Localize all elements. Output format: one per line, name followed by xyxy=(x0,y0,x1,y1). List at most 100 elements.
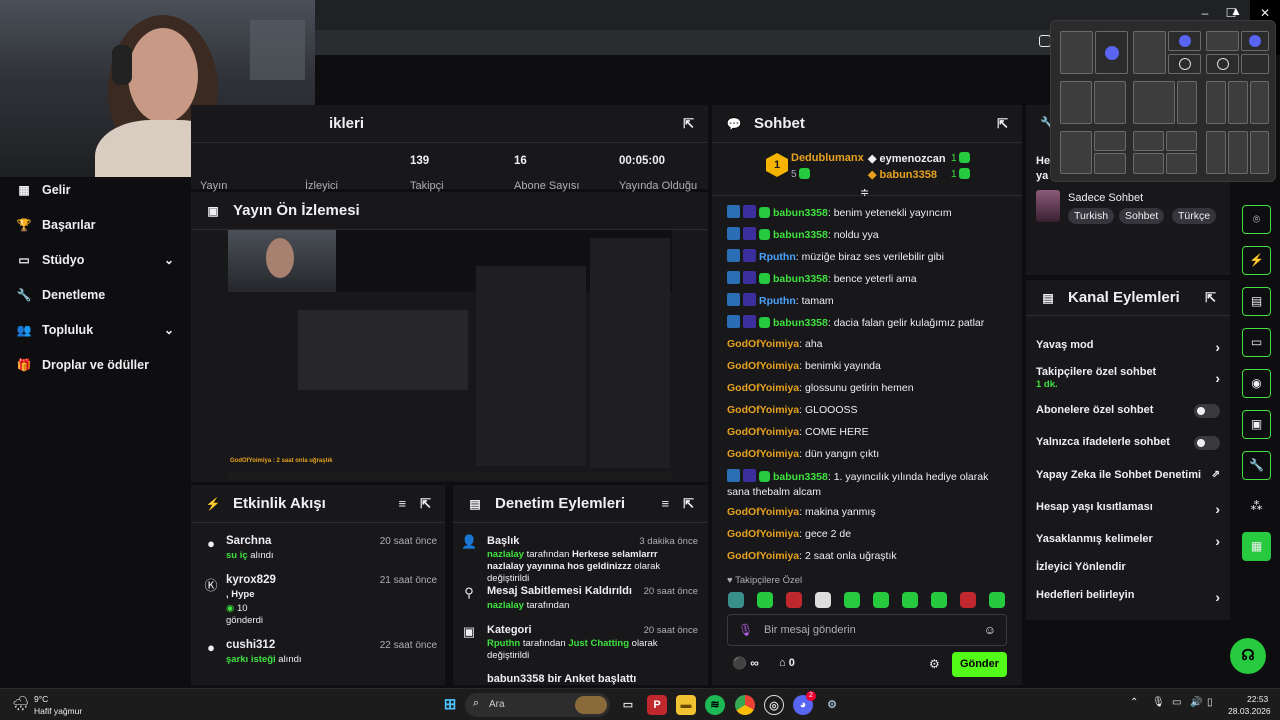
snap-tile[interactable] xyxy=(1250,131,1269,174)
snap-tile[interactable] xyxy=(1168,31,1201,51)
emote-icon[interactable] xyxy=(728,592,744,608)
snap-tile[interactable] xyxy=(1206,31,1239,51)
snap-tile[interactable] xyxy=(1094,131,1126,151)
popout-icon[interactable]: ⇱ xyxy=(683,116,694,132)
emote-icon[interactable] xyxy=(931,592,947,608)
emote-icon[interactable] xyxy=(786,592,802,608)
snap-tile[interactable] xyxy=(1206,131,1226,174)
tag-chip[interactable]: Sohbet xyxy=(1119,208,1165,224)
snap-tile[interactable] xyxy=(1094,81,1126,124)
emote-icon[interactable] xyxy=(902,592,918,608)
snap-tile[interactable] xyxy=(1206,81,1226,124)
microphone-icon[interactable]: 🎙 xyxy=(738,623,753,637)
chat-username[interactable]: Rputhn xyxy=(759,251,796,263)
lightning-icon[interactable]: ⚡ xyxy=(1242,246,1271,275)
tag-chip[interactable]: Türkçe xyxy=(1172,208,1217,224)
chrome-icon[interactable] xyxy=(735,695,755,715)
chevron-down-icon[interactable]: ⌄ xyxy=(164,323,174,337)
snap-tile[interactable] xyxy=(1133,153,1164,174)
channel-action-slow-mode[interactable]: Yavaş mod › xyxy=(1036,339,1220,355)
document-icon[interactable]: ▤ xyxy=(1242,287,1271,316)
popout-icon[interactable]: ⇱ xyxy=(683,496,694,512)
channel-action-ai-moderation[interactable]: Yapay Zeka ile Sohbet Denetimi ⇗ xyxy=(1036,469,1220,485)
emote-icon[interactable] xyxy=(815,592,831,608)
sub-only-toggle[interactable] xyxy=(1194,404,1220,418)
gear-icon[interactable]: ⚙ xyxy=(929,657,940,671)
settings-icon[interactable]: ⚙ xyxy=(822,695,842,715)
chat-bubble-icon[interactable]: ▭ xyxy=(1242,328,1271,357)
clock-time[interactable]: 22:53 xyxy=(1247,694,1268,704)
chat-username[interactable]: Rputhn xyxy=(759,295,796,307)
snap-tile[interactable] xyxy=(1177,81,1197,124)
help-button[interactable]: ☊ xyxy=(1230,638,1266,674)
sidebar-item-studyo[interactable]: ▭ Stüdyo ⌄ xyxy=(16,250,174,270)
obs-icon[interactable]: ◎ xyxy=(764,695,784,715)
chat-username[interactable]: GodOfYoimiya xyxy=(727,404,799,416)
emote-icon[interactable] xyxy=(844,592,860,608)
clock-date[interactable]: 28.03.2026 xyxy=(1228,706,1271,716)
chat-points[interactable]: ⚫ ∞ xyxy=(732,656,759,670)
channel-action-followers-only[interactable]: Takipçilere özel sohbet › 1 dk. xyxy=(1036,366,1220,392)
channel-action-account-age[interactable]: Hesap yaşı kısıtlaması › xyxy=(1036,501,1220,517)
tag-chip[interactable]: Turkish xyxy=(1068,208,1115,224)
snap-tile[interactable] xyxy=(1133,31,1166,74)
send-button[interactable]: Gönder xyxy=(952,652,1007,677)
chevron-down-icon[interactable]: ⌄ xyxy=(164,253,174,267)
battery-icon[interactable]: ▯ xyxy=(1207,697,1213,708)
snap-tile[interactable] xyxy=(1133,81,1175,124)
task-view-icon[interactable]: ▭ xyxy=(618,695,638,715)
emote-icon[interactable] xyxy=(989,592,1005,608)
file-explorer-icon[interactable]: ▬ xyxy=(676,695,696,715)
popout-icon[interactable]: ⇱ xyxy=(997,116,1008,132)
app-p-icon[interactable]: P xyxy=(647,695,667,715)
snap-tile[interactable] xyxy=(1228,81,1248,124)
snap-tile[interactable] xyxy=(1095,31,1128,74)
channel-action-banned-words[interactable]: Yasaklanmış kelimeler › xyxy=(1036,533,1220,549)
channel-action-emote-only[interactable]: Yalnızca ifadelerle sohbet xyxy=(1036,436,1220,452)
emoji-icon[interactable]: ☺ xyxy=(984,623,996,637)
emote-icon[interactable] xyxy=(960,592,976,608)
chat-username[interactable]: babun3358 xyxy=(773,207,828,219)
snap-tile[interactable] xyxy=(1250,81,1269,124)
channel-action-sub-only[interactable]: Abonelere özel sohbet xyxy=(1036,404,1220,420)
chat-input[interactable]: 🎙 Bir mesaj gönderin ☺ xyxy=(727,614,1007,646)
camera-icon[interactable]: ⌾ xyxy=(1242,205,1271,234)
chat-username[interactable]: babun3358 xyxy=(773,273,828,285)
chat-username[interactable]: babun3358 xyxy=(773,317,828,329)
clip-icon[interactable]: ▦ xyxy=(1242,532,1271,561)
sidebar-item-gelir[interactable]: ▦ Gelir xyxy=(16,180,174,200)
emote-icon[interactable] xyxy=(873,592,889,608)
layout-icon[interactable]: ▣ xyxy=(1242,410,1271,439)
snap-tile[interactable] xyxy=(1206,54,1239,74)
stream-preview-video[interactable]: GodOfYoimiya : 2 saat onla uğraştık xyxy=(228,230,672,480)
sidebar-item-basarilar[interactable]: 🏆 Başarılar xyxy=(16,215,174,235)
sidebar-item-topluluk[interactable]: 👥 Topluluk ⌄ xyxy=(16,320,174,340)
chat-username[interactable]: GodOfYoimiya xyxy=(727,506,799,518)
channel-action-host[interactable]: İzleyici Yönlendir xyxy=(1036,561,1220,577)
chat-username[interactable]: babun3358 xyxy=(773,471,828,483)
wrench-icon[interactable]: 🔧 xyxy=(1242,451,1271,480)
sidebar-item-denetleme[interactable]: 🔧 Denetleme xyxy=(16,285,174,305)
chat-username[interactable]: GodOfYoimiya xyxy=(727,448,799,460)
vip-count[interactable]: ⌂ 0 xyxy=(779,657,795,669)
chat-username[interactable]: GodOfYoimiya xyxy=(727,550,799,562)
taskbar-search[interactable]: ⌕ Ara xyxy=(465,693,610,717)
network-icon[interactable]: ▭ xyxy=(1172,697,1181,708)
community-icon[interactable]: ⁂ xyxy=(1242,492,1271,521)
broadcast-icon[interactable]: ◉ xyxy=(1242,369,1271,398)
snap-tile[interactable] xyxy=(1133,131,1164,151)
snap-tile[interactable] xyxy=(1228,131,1248,174)
tray-chevron-icon[interactable]: ⌃ xyxy=(1130,697,1138,708)
snap-tile[interactable] xyxy=(1241,54,1269,74)
spotify-icon[interactable]: ≋ xyxy=(705,695,725,715)
snap-tile[interactable] xyxy=(1094,153,1126,174)
weather-icon[interactable]: 🌧 xyxy=(12,695,30,712)
emote-only-toggle[interactable] xyxy=(1194,436,1220,450)
snap-tile[interactable] xyxy=(1166,131,1197,151)
chat-username[interactable]: GodOfYoimiya xyxy=(727,426,799,438)
popout-icon[interactable]: ⇱ xyxy=(420,496,431,512)
chat-username[interactable]: babun3358 xyxy=(773,229,828,241)
channel-action-goals[interactable]: Hedefleri belirleyin › xyxy=(1036,589,1220,605)
snap-tile[interactable] xyxy=(1241,31,1269,51)
chat-username[interactable]: GodOfYoimiya xyxy=(727,528,799,540)
